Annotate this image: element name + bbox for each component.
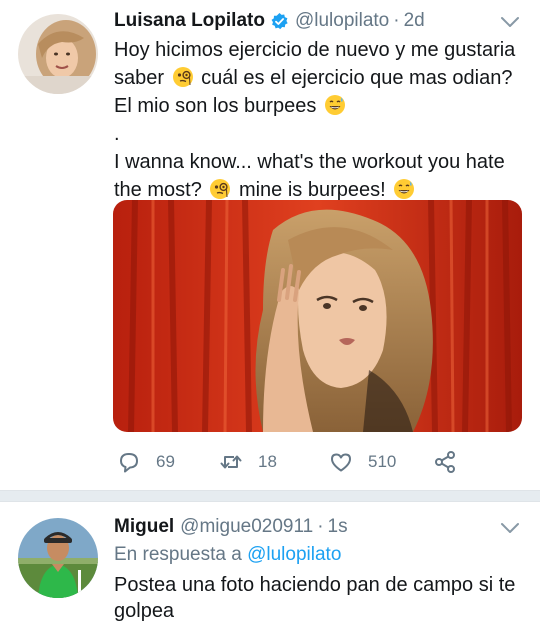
tweet-timestamp[interactable]: 2d bbox=[404, 10, 425, 32]
tweet-header: Luisana Lopilato @lulopilato · 2d bbox=[114, 6, 500, 36]
retweet-button[interactable]: 18 bbox=[218, 446, 277, 478]
like-button[interactable]: 510 bbox=[328, 446, 396, 478]
reply-timestamp[interactable]: 1s bbox=[328, 516, 348, 538]
heart-icon bbox=[328, 449, 354, 475]
share-button[interactable] bbox=[432, 446, 472, 478]
retweet-icon bbox=[218, 449, 244, 475]
reply-icon bbox=[116, 449, 142, 475]
author-handle[interactable]: @lulopilato bbox=[295, 10, 389, 32]
reply-author-name[interactable]: Miguel bbox=[114, 516, 174, 538]
like-count: 510 bbox=[368, 452, 397, 471]
reply-header: Miguel @migue020911 · 1s bbox=[114, 512, 500, 542]
tweet-text: Hoy hicimos ejercicio de nuevo y me gust… bbox=[114, 36, 520, 204]
thinking-monocle-emoji-icon bbox=[172, 66, 194, 88]
tweet-text-dot: . bbox=[114, 123, 120, 145]
reply-button[interactable]: 69 bbox=[116, 446, 175, 478]
tweet-text-en-2: mine is burpees! bbox=[238, 179, 386, 201]
reply-context-prefix: En respuesta a bbox=[114, 544, 242, 565]
reply-context: En respuesta a @lulopilato bbox=[114, 544, 341, 566]
header-separator: · bbox=[393, 10, 400, 31]
reply-author-handle[interactable]: @migue020911 bbox=[180, 516, 313, 538]
reply-text: Postea una foto haciendo pan de campo si… bbox=[114, 574, 516, 622]
author-avatar[interactable] bbox=[18, 14, 98, 94]
reply-count: 69 bbox=[156, 452, 175, 471]
reply-author-avatar[interactable] bbox=[18, 518, 98, 598]
chevron-down-icon[interactable] bbox=[498, 10, 522, 34]
grinning-sweat-emoji-icon bbox=[324, 94, 346, 116]
tweet-media-photo[interactable] bbox=[113, 200, 522, 432]
verified-badge-icon bbox=[270, 12, 289, 31]
tweet-actions: 69 18 510 bbox=[114, 446, 514, 478]
grinning-sweat-emoji-icon bbox=[393, 178, 415, 200]
reply-header-separator: · bbox=[317, 516, 324, 537]
reply-context-mention[interactable]: @lulopilato bbox=[247, 544, 341, 565]
tweet-divider bbox=[0, 490, 540, 502]
thinking-monocle-emoji-icon bbox=[209, 178, 231, 200]
main-tweet[interactable]: Luisana Lopilato @lulopilato · 2d Hoy hi… bbox=[0, 0, 540, 490]
reply-tweet[interactable]: Miguel @migue020911 · 1s En respuesta a … bbox=[0, 502, 540, 641]
retweet-count: 18 bbox=[258, 452, 277, 471]
share-icon bbox=[432, 449, 458, 475]
chevron-down-icon[interactable] bbox=[498, 516, 522, 540]
author-name[interactable]: Luisana Lopilato bbox=[114, 10, 265, 32]
